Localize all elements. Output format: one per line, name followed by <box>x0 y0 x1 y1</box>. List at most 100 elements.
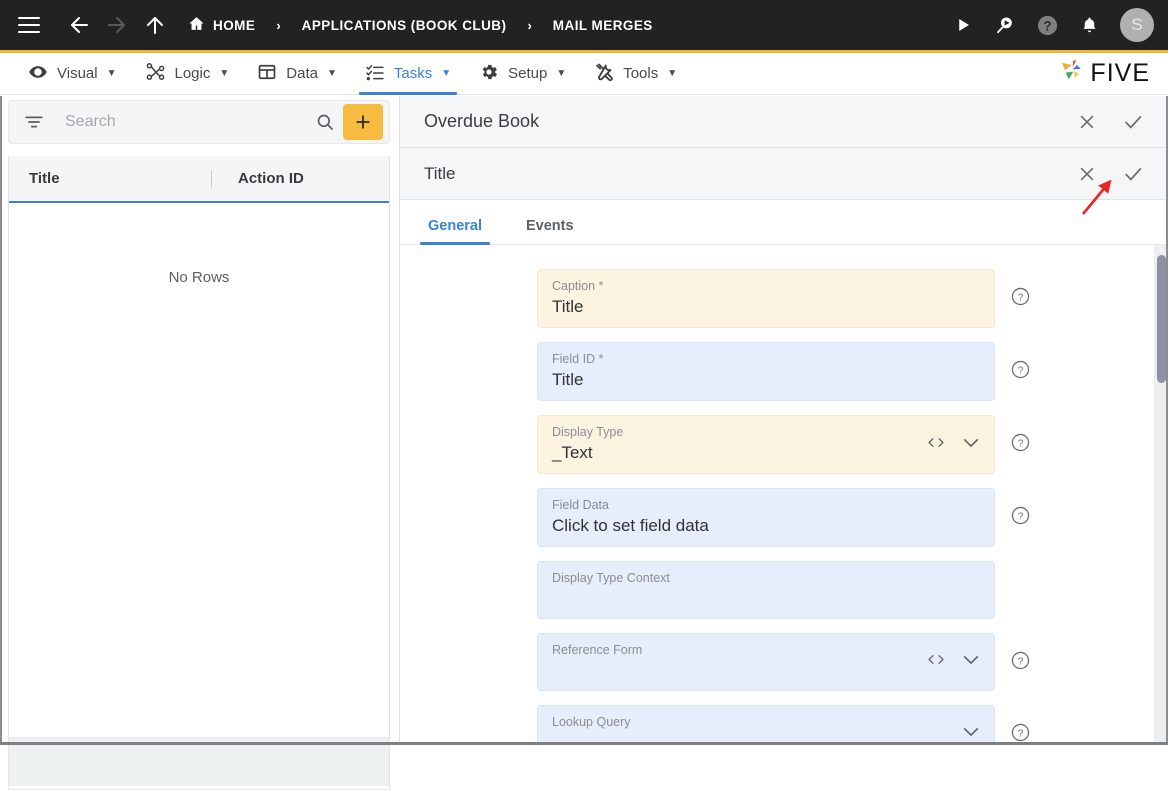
lookup-query-field[interactable]: Lookup Query <box>537 705 995 745</box>
search-input[interactable] <box>63 112 307 132</box>
menu-item-tools[interactable]: Tools ▼ <box>580 53 691 95</box>
menu-item-tasks[interactable]: Tasks ▼ <box>351 53 465 95</box>
help-icon[interactable]: ? <box>1009 721 1031 743</box>
form-row-display-type-context: Display Type Context <box>400 561 1168 619</box>
up-arrow-icon[interactable] <box>138 8 172 42</box>
grid-column-title[interactable]: Title <box>9 156 211 201</box>
brand-name: FIVE <box>1090 59 1150 87</box>
chevron-down-icon[interactable] <box>962 436 980 454</box>
menu-item-setup[interactable]: Setup ▼ <box>465 53 580 95</box>
form-row-field-id: Field ID * Title ? <box>400 342 1168 401</box>
field-id-field[interactable]: Field ID * Title <box>537 342 995 401</box>
active-tab-underline <box>358 91 458 95</box>
top-bar-actions: ? S <box>944 6 1154 44</box>
menu-item-data[interactable]: Data ▼ <box>243 53 351 95</box>
form-row-caption: Caption * Title ? <box>400 269 1168 328</box>
close-icon[interactable] <box>1074 161 1100 187</box>
help-icon[interactable]: ? <box>1009 358 1031 380</box>
menu-label-logic: Logic <box>174 65 211 82</box>
grid-column-action-id[interactable]: Action ID <box>212 156 304 201</box>
help-icon[interactable]: ? <box>1009 504 1031 526</box>
breadcrumb: HOME › APPLICATIONS (BOOK CLUB) › MAIL M… <box>188 15 653 35</box>
gear-icon <box>479 62 499 86</box>
caption-value: Title <box>552 297 584 316</box>
display-type-value: _Text <box>552 443 593 462</box>
breadcrumb-item-applications[interactable]: APPLICATIONS (BOOK CLUB) <box>302 18 507 33</box>
scrollbar-thumb[interactable] <box>1157 255 1166 383</box>
chevron-down-icon[interactable] <box>962 653 980 671</box>
form-row-display-type: Display Type _Text ? <box>400 415 1168 474</box>
field-header-title: Title <box>424 163 456 183</box>
display-type-context-label: Display Type Context <box>552 571 670 585</box>
brand-logo: FIVE <box>1056 56 1168 91</box>
caption-label: Caption * <box>552 279 604 293</box>
checklist-icon <box>365 62 385 86</box>
notifications-bell-icon[interactable] <box>1070 6 1108 44</box>
menu-item-visual[interactable]: Visual ▼ <box>14 53 131 95</box>
help-icon[interactable]: ? <box>1009 431 1031 453</box>
reference-form-controls <box>926 652 980 672</box>
hamburger-menu-icon[interactable] <box>18 17 40 33</box>
five-star-icon <box>1056 56 1086 91</box>
window-left-border <box>0 96 2 745</box>
chevron-down-icon[interactable] <box>962 725 980 743</box>
help-icon[interactable]: ? <box>1028 6 1066 44</box>
filter-icon[interactable] <box>23 111 45 133</box>
breadcrumb-label-home: HOME <box>213 17 256 33</box>
search-run-icon[interactable] <box>986 6 1024 44</box>
svg-text:?: ? <box>1017 438 1023 449</box>
code-brackets-icon[interactable] <box>926 652 946 672</box>
logic-nodes-icon <box>145 61 166 86</box>
field-properties-form: Caption * Title ? Field ID * Title ? Dis… <box>400 245 1168 745</box>
menu-label-tools: Tools <box>623 65 659 82</box>
breadcrumb-item-home[interactable]: HOME <box>188 15 255 35</box>
module-menu-bar: Visual ▼ Logic ▼ Data ▼ Tasks ▼ Setup ▼ … <box>0 53 1168 95</box>
forward-arrow-icon[interactable] <box>100 8 134 42</box>
help-icon[interactable]: ? <box>1009 649 1031 671</box>
home-icon <box>188 15 205 35</box>
confirm-check-icon[interactable] <box>1120 109 1146 135</box>
chevron-down-icon: ▼ <box>219 67 230 79</box>
display-type-field[interactable]: Display Type _Text <box>537 415 995 474</box>
code-brackets-icon[interactable] <box>926 435 946 455</box>
caption-field[interactable]: Caption * Title <box>537 269 995 328</box>
top-navigation-bar: HOME › APPLICATIONS (BOOK CLUB) › MAIL M… <box>0 0 1168 50</box>
display-type-controls <box>926 435 980 455</box>
field-id-value: Title <box>552 370 584 389</box>
search-icon[interactable] <box>307 112 343 132</box>
confirm-check-icon[interactable] <box>1120 161 1146 187</box>
record-header-actions <box>1074 109 1146 135</box>
field-data-field[interactable]: Field Data Click to set field data <box>537 488 995 547</box>
menu-label-tasks: Tasks <box>393 65 433 82</box>
lookup-query-label: Lookup Query <box>552 715 631 729</box>
tab-general[interactable]: General <box>420 218 490 245</box>
grid-header-row: Title Action ID <box>9 156 389 203</box>
tools-icon <box>594 62 614 86</box>
add-record-button[interactable] <box>343 104 383 140</box>
svg-text:?: ? <box>1017 728 1023 739</box>
right-detail-panel: Overdue Book Title General Events Captio… <box>399 96 1168 745</box>
breadcrumb-item-mail-merges[interactable]: MAIL MERGES <box>553 18 653 33</box>
form-row-field-data: Field Data Click to set field data ? <box>400 488 1168 547</box>
empty-state-message: No Rows <box>168 269 230 286</box>
back-arrow-icon[interactable] <box>62 8 96 42</box>
app-root: HOME › APPLICATIONS (BOOK CLUB) › MAIL M… <box>0 0 1168 790</box>
field-header: Title <box>400 148 1168 200</box>
tab-events[interactable]: Events <box>522 218 578 244</box>
field-data-label: Field Data <box>552 498 609 512</box>
form-row-lookup-query: Lookup Query ? <box>400 705 1168 745</box>
svg-text:?: ? <box>1017 365 1023 376</box>
chevron-down-icon: ▼ <box>441 67 452 79</box>
close-icon[interactable] <box>1074 109 1100 135</box>
reference-form-field[interactable]: Reference Form <box>537 633 995 691</box>
lookup-query-controls <box>962 725 980 743</box>
run-icon[interactable] <box>944 6 982 44</box>
avatar[interactable]: S <box>1120 8 1154 42</box>
display-type-label: Display Type <box>552 425 624 439</box>
breadcrumb-separator-1: › <box>276 17 281 33</box>
menu-label-visual: Visual <box>57 65 98 82</box>
help-icon[interactable]: ? <box>1009 285 1031 307</box>
search-bar <box>8 100 390 144</box>
menu-item-logic[interactable]: Logic ▼ <box>131 53 244 95</box>
display-type-context-field[interactable]: Display Type Context <box>537 561 995 619</box>
